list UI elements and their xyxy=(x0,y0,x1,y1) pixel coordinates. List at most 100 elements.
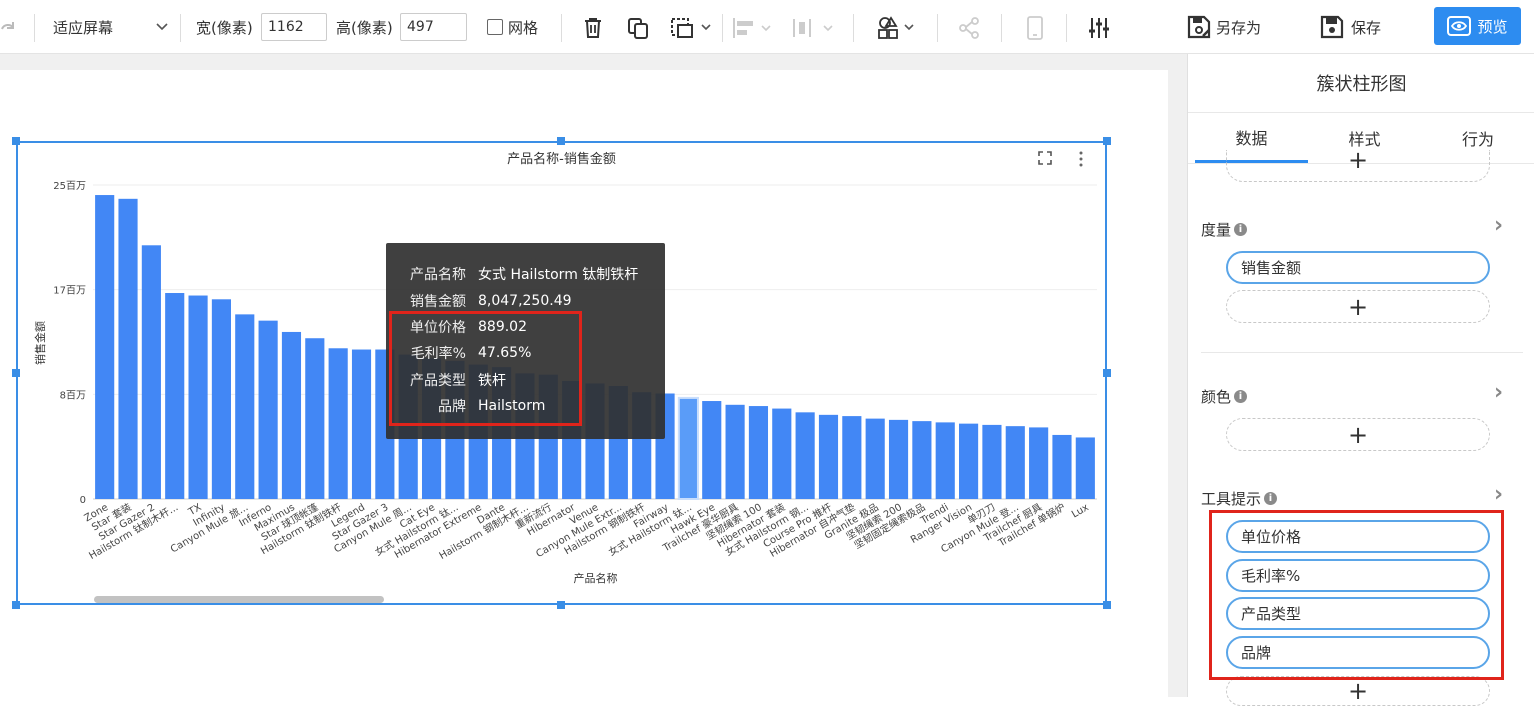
chart-bar[interactable] xyxy=(118,198,138,499)
info-icon[interactable]: i xyxy=(1264,492,1278,505)
arrow-symbol: › xyxy=(1494,213,1504,238)
chart-bar[interactable] xyxy=(305,338,325,499)
chart-bar[interactable] xyxy=(165,293,185,499)
tooltip-section-label: 工具提示 xyxy=(1201,490,1262,508)
toolbar-divider xyxy=(1066,14,1067,42)
resize-handle-left[interactable] xyxy=(12,369,20,377)
field-label: 销售金额 xyxy=(1241,259,1302,277)
tooltip-value: 8,047,250.49 xyxy=(478,293,572,309)
chart-bar[interactable] xyxy=(818,414,839,499)
chart-bar[interactable] xyxy=(211,299,231,499)
fit-mode-label: 适应屏幕 xyxy=(53,18,114,37)
y-tick-label: 25百万 xyxy=(53,180,86,192)
share-icon[interactable] xyxy=(958,17,980,39)
width-label-text: 宽(像素) xyxy=(196,18,253,37)
chart-bar[interactable] xyxy=(1005,426,1025,499)
info-icon[interactable]: i xyxy=(1234,223,1248,236)
add-symbol: + xyxy=(1347,677,1369,705)
add-measure-button[interactable]: + xyxy=(1226,290,1490,323)
resize-handle-bottom-right[interactable] xyxy=(1103,601,1111,609)
fit-mode-select[interactable]: 适应屏幕 xyxy=(53,0,168,54)
toolbar-divider xyxy=(937,14,938,42)
tab-behavior-label: 行为 xyxy=(1461,130,1494,149)
add-symbol: + xyxy=(1347,145,1369,174)
add-color-button[interactable]: + xyxy=(1226,418,1490,451)
resize-handle-bottom[interactable] xyxy=(557,601,565,609)
chevron-right-icon[interactable]: › xyxy=(1494,213,1503,238)
height-input[interactable] xyxy=(400,13,467,41)
chart-bar[interactable] xyxy=(888,419,909,499)
grid-checkbox[interactable] xyxy=(487,19,503,35)
save-as-button[interactable]: 另存为 xyxy=(1186,0,1261,54)
toolbar-divider xyxy=(180,14,181,42)
width-label: 宽(像素) xyxy=(196,0,253,54)
add-dimension-button[interactable]: + xyxy=(1226,146,1490,182)
chart-bar[interactable] xyxy=(725,404,745,499)
grid-label: 网格 xyxy=(508,18,539,37)
delete-icon[interactable] xyxy=(583,17,603,39)
chart-bar[interactable] xyxy=(865,418,885,499)
distribute-icon[interactable] xyxy=(792,17,840,39)
toolbar-divider xyxy=(722,14,723,42)
arrow-symbol: › xyxy=(1494,380,1504,405)
chart-bar[interactable] xyxy=(235,314,255,499)
x-tick-label: Lux xyxy=(1070,502,1091,520)
chart-bar[interactable] xyxy=(842,416,862,499)
measure-field-pill[interactable]: 销售金额 xyxy=(1226,251,1490,284)
chart-bar[interactable] xyxy=(982,424,1002,499)
save-button[interactable]: 保存 xyxy=(1319,0,1381,54)
add-tooltip-field-button[interactable]: + xyxy=(1226,676,1490,706)
chart-bar[interactable] xyxy=(328,348,348,499)
chart-bar[interactable] xyxy=(1075,437,1095,499)
color-section-title: 颜色 i xyxy=(1201,386,1248,407)
copy-icon[interactable] xyxy=(627,17,649,39)
eye-icon xyxy=(1447,16,1472,36)
settings-sliders-icon[interactable] xyxy=(1087,16,1111,40)
chart-bar[interactable] xyxy=(188,295,208,499)
add-symbol: + xyxy=(1347,420,1369,449)
y-tick-label: 8百万 xyxy=(60,389,86,401)
highlight-annotation-box xyxy=(1209,510,1504,680)
chart-bar[interactable] xyxy=(748,406,769,499)
mobile-icon[interactable] xyxy=(1026,16,1044,40)
chart-bar[interactable] xyxy=(677,396,699,501)
chart-bar[interactable] xyxy=(1029,427,1049,499)
chart-bar[interactable] xyxy=(959,423,979,499)
resize-handle-top[interactable] xyxy=(557,137,565,145)
save-as-icon xyxy=(1187,15,1211,39)
chart-bar[interactable] xyxy=(795,412,815,499)
shapes-icon[interactable] xyxy=(877,15,919,41)
resize-handle-right[interactable] xyxy=(1103,369,1111,377)
layer-select-icon[interactable] xyxy=(670,17,714,39)
redo-icon[interactable] xyxy=(0,19,16,35)
arrow-symbol: › xyxy=(1494,482,1504,507)
preview-button[interactable]: 预览 xyxy=(1434,7,1521,45)
resize-handle-top-right[interactable] xyxy=(1103,137,1111,145)
chevron-right-icon[interactable]: › xyxy=(1494,482,1503,507)
resize-handle-top-left[interactable] xyxy=(12,137,20,145)
save-label: 保存 xyxy=(1351,18,1382,37)
info-icon[interactable]: i xyxy=(1234,390,1248,403)
tooltip-row: 产品名称 女式 Hailstorm 钛制铁杆 xyxy=(386,261,638,287)
chart-bar[interactable] xyxy=(95,195,115,499)
width-input[interactable] xyxy=(261,13,327,41)
panel-title: 簇状柱形图 xyxy=(1316,74,1407,95)
chart-bar[interactable] xyxy=(912,421,932,499)
chart-bar[interactable] xyxy=(141,245,161,499)
y-tick-label: 17百万 xyxy=(53,285,86,297)
chart-bar[interactable] xyxy=(1052,434,1072,499)
height-label-text: 高(像素) xyxy=(336,18,393,37)
tab-data-label: 数据 xyxy=(1235,128,1268,148)
align-left-icon[interactable] xyxy=(732,17,776,39)
chart-bar[interactable] xyxy=(935,422,955,499)
chart-bar[interactable] xyxy=(702,401,722,499)
chart-bar[interactable] xyxy=(281,331,302,499)
grid-toggle[interactable]: 网格 xyxy=(487,0,538,54)
chart-bar[interactable] xyxy=(258,320,278,499)
chart-bar[interactable] xyxy=(772,408,792,499)
horizontal-scrollbar[interactable] xyxy=(94,596,384,603)
chevron-right-icon[interactable]: › xyxy=(1494,380,1503,405)
chart-bar[interactable] xyxy=(351,349,372,499)
resize-handle-bottom-left[interactable] xyxy=(12,601,20,609)
section-divider xyxy=(1201,352,1523,353)
